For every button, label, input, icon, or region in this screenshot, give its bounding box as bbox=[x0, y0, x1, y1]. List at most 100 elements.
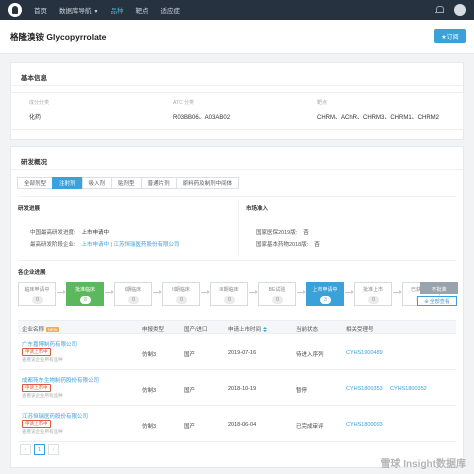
info-atc-label: ATC 分类 bbox=[173, 100, 195, 106]
highest-progress-label: 中国最高研发进度: bbox=[30, 230, 76, 236]
stage-be-trial[interactable]: BE试验 0 bbox=[258, 282, 296, 306]
dev-overview-title: 研发概况 bbox=[21, 159, 47, 166]
nav-database-label: 数据库导航 bbox=[59, 8, 92, 15]
arrow-right-icon bbox=[345, 290, 354, 294]
arrow-right-icon bbox=[105, 290, 114, 294]
company-all-varieties-link[interactable]: 查看该企业所有品种 bbox=[22, 393, 63, 399]
stage-name: 批准临床 bbox=[74, 287, 95, 293]
table-row: 成都苑东生物制药股份有限公司 申请上市中 查看该企业所有品种 仿制3 国产 20… bbox=[18, 372, 456, 406]
dev-progress-title: 研发进展 bbox=[18, 206, 41, 212]
nav-targets[interactable]: 靶点 bbox=[135, 5, 148, 15]
company-link[interactable]: 成都苑东生物制药股份有限公司 bbox=[22, 376, 99, 384]
company-progress-title: 各企业进展 bbox=[18, 270, 46, 276]
dosage-form-tabs: 全部剂型 注射剂 吸入剂 贴剂型 普通片剂 原料药及制剂中间体 bbox=[17, 177, 240, 189]
info-category-value: 化药 bbox=[29, 115, 42, 121]
tab-tablet[interactable]: 普通片剂 bbox=[140, 177, 177, 189]
stage-count: 0 bbox=[128, 296, 139, 304]
nrdl-row: 国家医保2019版: 否 bbox=[256, 228, 309, 236]
th-status: 当前状态 bbox=[296, 327, 319, 333]
divider bbox=[11, 169, 463, 170]
company-table-header: 企业名称 NEW 申报类型 国产/进口 申请上市时间 当前状态 相关受理号 bbox=[18, 320, 456, 334]
accept-number-link[interactable]: CYHS1900489 bbox=[346, 350, 383, 356]
company-link[interactable]: 广东嘉博制药有限公司 bbox=[22, 340, 77, 348]
highest-stage-company-link[interactable]: 上市申请中 | 江苏恒瑞医药股份有限公司 bbox=[82, 242, 180, 248]
stage-clinical-application[interactable]: 临床申请中 0 bbox=[18, 282, 56, 306]
company-all-varieties-link[interactable]: 查看该企业所有品种 bbox=[22, 357, 63, 363]
stage-market-approved[interactable]: 批准上市 0 bbox=[354, 282, 392, 306]
next-page-button[interactable]: › bbox=[48, 444, 59, 455]
user-avatar[interactable] bbox=[454, 4, 466, 16]
stage-count: 0 bbox=[272, 296, 283, 304]
stage-name: II期临床 bbox=[172, 287, 190, 293]
stage-name: BE试验 bbox=[268, 287, 286, 293]
divider bbox=[11, 85, 463, 86]
view-all-button[interactable]: ⊕ 全部查看 bbox=[417, 296, 457, 306]
stage-market-application[interactable]: 上市申请中 3 bbox=[306, 282, 344, 306]
edl-label: 国家基本药物2018版: bbox=[256, 242, 309, 248]
prev-page-button[interactable]: ‹ bbox=[20, 444, 31, 455]
stage-name: 上市申请中 bbox=[312, 287, 338, 293]
origin: 国产 bbox=[184, 424, 196, 430]
tab-injection[interactable]: 注射剂 bbox=[52, 177, 83, 189]
info-targets-value: CHRM、AChR、CHRM3、CHRM1、CHRM2 bbox=[317, 115, 440, 121]
th-filing-type: 申报类型 bbox=[142, 327, 165, 333]
arrow-right-icon bbox=[153, 290, 162, 294]
sort-icon[interactable] bbox=[263, 327, 268, 332]
current-status: 待进入序列 bbox=[296, 352, 324, 358]
tab-all-forms[interactable]: 全部剂型 bbox=[17, 177, 54, 189]
current-status: 暂停 bbox=[296, 388, 308, 394]
stage-rejected[interactable]: 不批准1 bbox=[420, 282, 458, 294]
accept-number-link[interactable]: CYHS1800353 bbox=[346, 386, 383, 392]
page-1-button[interactable]: 1 bbox=[34, 444, 45, 455]
notification-bell-icon[interactable] bbox=[434, 5, 444, 15]
stage-phase-2[interactable]: II期临床 0 bbox=[162, 282, 200, 306]
info-targets: 靶点 CHRM、AChR、CHRM3、CHRM1、CHRM2 bbox=[317, 99, 439, 121]
stage-phase-3[interactable]: III期临床 0 bbox=[210, 282, 248, 306]
stage-count: 0 bbox=[176, 296, 187, 304]
th-company-label: 企业名称 bbox=[22, 327, 45, 333]
new-badge: NEW bbox=[46, 327, 60, 332]
company-link[interactable]: 江苏恒瑞医药股份有限公司 bbox=[22, 412, 88, 420]
tab-patch[interactable]: 贴剂型 bbox=[111, 177, 142, 189]
stage-name: 临床申请中 bbox=[24, 287, 50, 293]
edl-value: 否 bbox=[314, 242, 320, 248]
chevron-down-icon: ▼ bbox=[93, 9, 99, 15]
stage-count: 8 bbox=[80, 296, 91, 304]
th-apply-date[interactable]: 申请上市时间 bbox=[228, 325, 268, 333]
stage-name: 批准上市 bbox=[362, 287, 383, 293]
tab-api-intermediate[interactable]: 原料药及制剂中间体 bbox=[175, 177, 240, 189]
info-category-label: 成分分类 bbox=[29, 100, 50, 106]
nav-indications[interactable]: 适应症 bbox=[160, 5, 180, 15]
nav-database[interactable]: 数据库导航 ▼ bbox=[59, 5, 98, 15]
watermark: 雪球 Insight数据库 bbox=[380, 459, 466, 470]
stage-phase-1[interactable]: I期临床 0 bbox=[114, 282, 152, 306]
market-access-title: 市场准入 bbox=[246, 206, 269, 212]
app-logo-icon[interactable] bbox=[8, 3, 22, 17]
origin: 国产 bbox=[184, 388, 196, 394]
company-all-varieties-link[interactable]: 查看该企业所有品种 bbox=[22, 429, 63, 435]
status-badge: 申请上市中 bbox=[22, 348, 51, 356]
status-badge: 申请上市中 bbox=[22, 384, 51, 392]
nav-home[interactable]: 首页 bbox=[34, 5, 47, 15]
stage-name: III期临床 bbox=[219, 287, 239, 293]
th-origin: 国产/进口 bbox=[184, 327, 208, 333]
page-header: 格隆溴铵 Glycopyrrolate ★订阅 bbox=[0, 20, 474, 54]
th-company: 企业名称 NEW bbox=[22, 325, 60, 333]
highest-progress-row: 中国最高研发进度: 上市申请中 bbox=[30, 228, 109, 236]
info-targets-label: 靶点 bbox=[317, 100, 328, 106]
accept-number-link[interactable]: CYHS1800352 bbox=[390, 386, 427, 392]
nrdl-value: 否 bbox=[303, 230, 309, 236]
stage-count: 0 bbox=[368, 296, 379, 304]
subscribe-button[interactable]: ★订阅 bbox=[434, 29, 466, 43]
status-badge: 申请上市中 bbox=[22, 420, 51, 428]
th-apply-date-label: 申请上市时间 bbox=[228, 327, 262, 333]
stage-count: 0 bbox=[32, 296, 43, 304]
nav-varieties[interactable]: 品种 bbox=[110, 5, 123, 15]
arrow-right-icon bbox=[393, 290, 402, 294]
highest-progress-value: 上市申请中 bbox=[81, 230, 110, 236]
tab-inhalant[interactable]: 吸入剂 bbox=[81, 177, 113, 189]
accept-number-link[interactable]: CYHS1800093 bbox=[346, 422, 383, 428]
divider bbox=[18, 260, 456, 261]
stage-clinical-approved[interactable]: 批准临床 8 bbox=[66, 282, 104, 306]
stage-pipeline: 临床申请中 0 批准临床 8 I期临床 0 II期临床 0 III期临床 0 BE试验 0 … bbox=[18, 282, 456, 306]
